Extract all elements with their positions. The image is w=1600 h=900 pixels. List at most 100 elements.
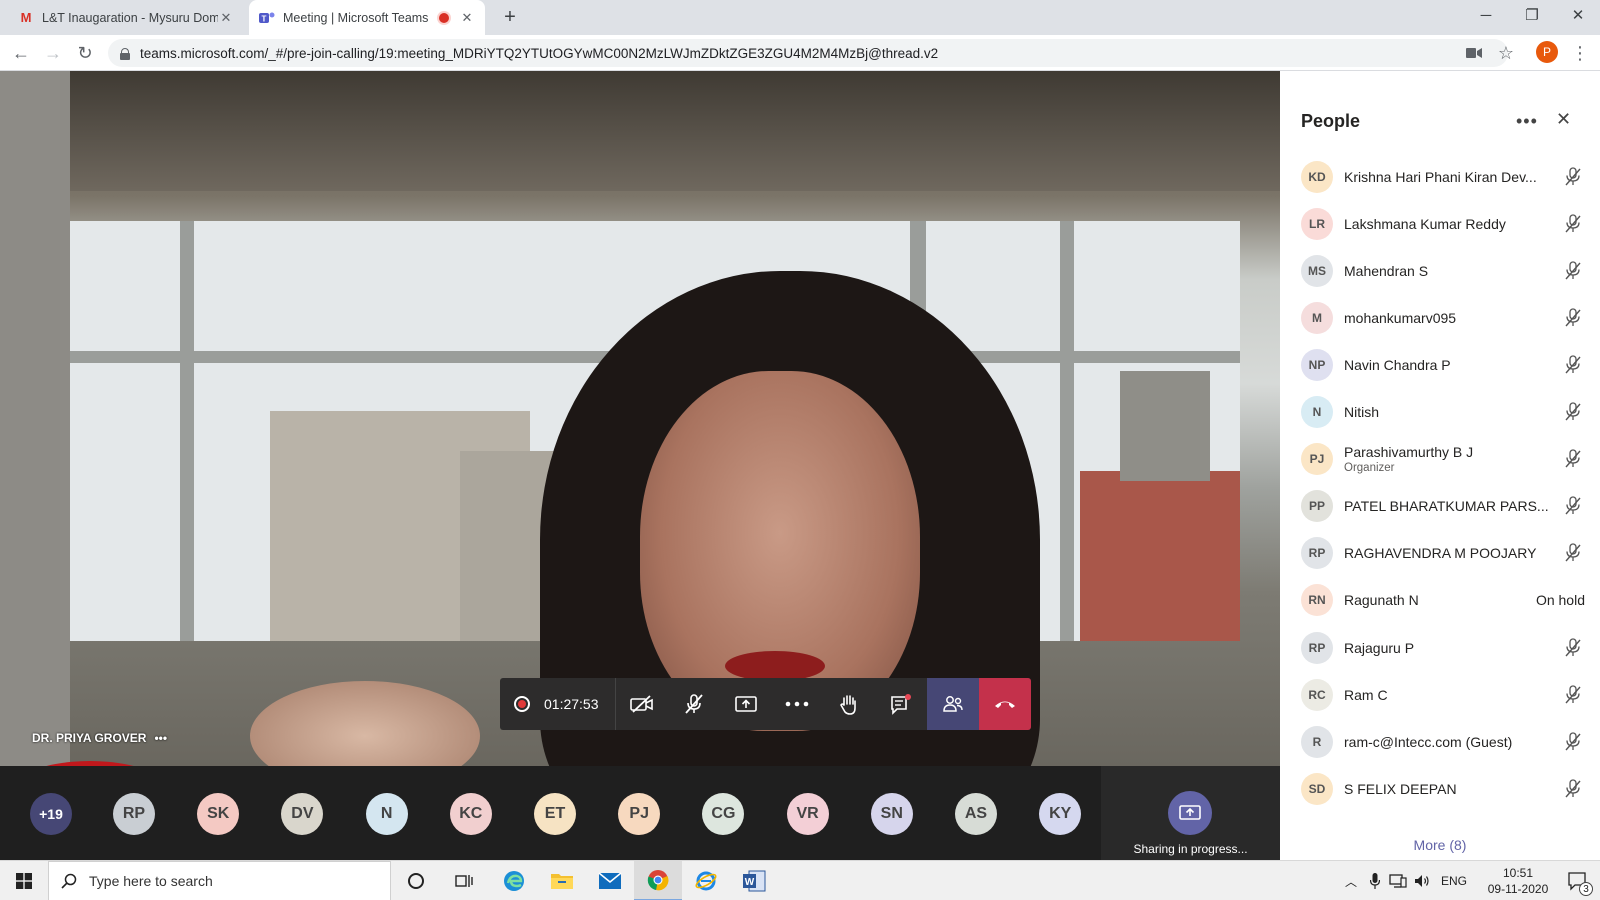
participant-row[interactable]: KD Krishna Hari Phani Kiran Dev... <box>1301 153 1585 200</box>
svg-text:T: T <box>262 14 267 23</box>
participant-row[interactable]: RC Ram C <box>1301 671 1585 718</box>
participant-row[interactable]: SD S FELIX DEEPAN <box>1301 765 1585 812</box>
participant-avatar: RC <box>1301 678 1333 711</box>
strip-avatar[interactable]: DV <box>281 793 324 835</box>
camera-blocked-icon[interactable] <box>1462 41 1486 65</box>
more-actions-button[interactable] <box>772 678 824 730</box>
video-tower <box>1120 371 1210 481</box>
close-icon[interactable]: ✕ <box>1556 109 1571 130</box>
strip-avatar[interactable]: VR <box>786 793 829 835</box>
chrome-menu-icon[interactable]: ⋮ <box>1568 41 1592 65</box>
volume-icon[interactable] <box>1412 861 1432 900</box>
participant-row[interactable]: Rram-c@Intecc.com (Guest) <box>1301 718 1585 765</box>
people-more-icon[interactable]: ••• <box>1516 111 1538 132</box>
hand-icon <box>840 695 857 715</box>
strip-avatar[interactable]: KC <box>449 793 492 835</box>
strip-avatar[interactable]: PJ <box>618 793 661 835</box>
mail-icon[interactable] <box>586 861 634 900</box>
new-tab-button[interactable]: + <box>499 6 521 29</box>
maximize-icon[interactable]: ❐ <box>1509 0 1555 30</box>
windows-start-icon[interactable] <box>0 861 48 900</box>
participant-name: Lakshmana Kumar Reddy <box>1344 215 1506 232</box>
overflow-count[interactable]: +19 <box>30 793 72 835</box>
close-tab-icon[interactable]: ✕ <box>218 10 234 26</box>
camera-off-button[interactable] <box>616 678 668 730</box>
strip-avatar[interactable]: RP <box>113 793 155 835</box>
camera-off-icon <box>629 695 653 713</box>
participant-row[interactable]: MS Mahendran S <box>1301 247 1585 294</box>
participant-row[interactable]: RN Ragunath N On hold <box>1301 577 1585 624</box>
video-hand <box>250 681 480 766</box>
participant-row[interactable]: NP Navin Chandra P <box>1301 341 1585 388</box>
back-icon[interactable]: ← <box>9 41 33 65</box>
participant-name: Parashivamurthy B J <box>1344 444 1474 461</box>
participant-info: Parashivamurthy B J Organizer <box>1344 444 1561 474</box>
participant-row[interactable]: PJ Parashivamurthy B J Organizer <box>1301 436 1585 483</box>
language-indicator[interactable]: ENG <box>1438 861 1470 900</box>
strip-avatar[interactable]: ET <box>534 793 576 835</box>
address-bar[interactable]: teams.microsoft.com/_#/pre-join-calling/… <box>108 39 1508 67</box>
participant-avatar: PP <box>1301 490 1333 523</box>
tray-chevron-icon[interactable]: ︿ <box>1342 861 1360 900</box>
tab-teams[interactable]: T Meeting | Microsoft Teams ✕ <box>249 0 485 35</box>
strip-avatar[interactable]: AS <box>955 793 997 835</box>
task-view-icon[interactable] <box>440 861 488 900</box>
main-video: DR. PRIYA GROVER ••• <box>0 71 1280 766</box>
bookmark-star-icon[interactable]: ☆ <box>1494 41 1518 65</box>
tab-title: L&T Inaugaration - Mysuru Dom <box>42 10 218 25</box>
share-button[interactable] <box>720 678 772 730</box>
participant-row[interactable]: Mmohankumarv095 <box>1301 294 1585 341</box>
mic-off-icon <box>1561 637 1585 658</box>
mic-off-button[interactable] <box>668 678 720 730</box>
participant-row[interactable]: RP RAGHAVENDRA M POOJARY <box>1301 530 1585 577</box>
microphone-tray-icon[interactable] <box>1366 861 1384 900</box>
chrome-icon[interactable] <box>634 861 682 900</box>
participant-avatar: LR <box>1301 207 1333 240</box>
close-window-icon[interactable]: ✕ <box>1555 0 1600 30</box>
internet-explorer-icon[interactable] <box>682 861 730 900</box>
speaker-name: DR. PRIYA GROVER <box>32 731 147 745</box>
participant-row[interactable]: RP Rajaguru P <box>1301 624 1585 671</box>
forward-icon[interactable]: → <box>41 41 65 65</box>
file-explorer-icon[interactable] <box>538 861 586 900</box>
taskbar-clock[interactable]: 10:51 09-11-2020 <box>1478 865 1558 897</box>
chat-button[interactable] <box>875 678 927 730</box>
strip-avatar[interactable]: KY <box>1039 793 1082 835</box>
edge-icon[interactable] <box>490 861 538 900</box>
hang-up-button[interactable] <box>979 678 1032 730</box>
participant-avatar: SD <box>1301 772 1333 805</box>
sharing-label: Sharing in progress... <box>1133 842 1248 856</box>
strip-avatar[interactable]: CG <box>702 793 745 835</box>
cortana-icon[interactable] <box>392 861 440 900</box>
mic-off-icon <box>1561 779 1585 799</box>
profile-avatar[interactable]: P <box>1536 41 1558 63</box>
strip-avatar[interactable]: N <box>365 793 408 835</box>
word-icon[interactable]: W <box>730 861 778 900</box>
participants-button[interactable] <box>927 678 980 730</box>
participant-row[interactable]: LR Lakshmana Kumar Reddy <box>1301 200 1585 247</box>
close-tab-icon[interactable]: ✕ <box>459 10 475 26</box>
mic-off-icon <box>684 694 703 714</box>
search-icon <box>61 873 77 889</box>
people-panel: People ••• ✕ KD Krishna Hari Phani Kiran … <box>1280 71 1600 860</box>
participant-row[interactable]: N Nitish <box>1301 389 1585 436</box>
mic-off-icon <box>1561 355 1585 375</box>
taskbar-search[interactable]: Type here to search <box>48 861 391 900</box>
network-icon[interactable] <box>1388 861 1408 900</box>
participant-info: Ragunath N <box>1344 592 1536 608</box>
video-pillar <box>0 71 70 766</box>
reload-icon[interactable]: ↻ <box>73 41 97 65</box>
participant-name: S FELIX DEEPAN <box>1344 780 1457 797</box>
participant-row[interactable]: PP PATEL BHARATKUMAR PARS... <box>1301 483 1585 530</box>
raise-hand-button[interactable] <box>823 678 875 730</box>
strip-avatar[interactable]: SK <box>197 793 240 835</box>
speaker-more-icon[interactable]: ••• <box>154 731 167 745</box>
mic-off-icon <box>1561 402 1585 422</box>
strip-avatar[interactable]: SN <box>870 793 913 835</box>
notification-center[interactable]: 3 <box>1560 861 1596 900</box>
tab-gmail[interactable]: M L&T Inaugaration - Mysuru Dom ✕ <box>8 0 244 35</box>
people-title: People <box>1301 111 1361 131</box>
sharing-tile[interactable]: Sharing in progress... <box>1101 766 1280 860</box>
more-participants-link[interactable]: More (8) <box>1280 837 1600 853</box>
minimize-icon[interactable]: ─ <box>1463 0 1509 30</box>
